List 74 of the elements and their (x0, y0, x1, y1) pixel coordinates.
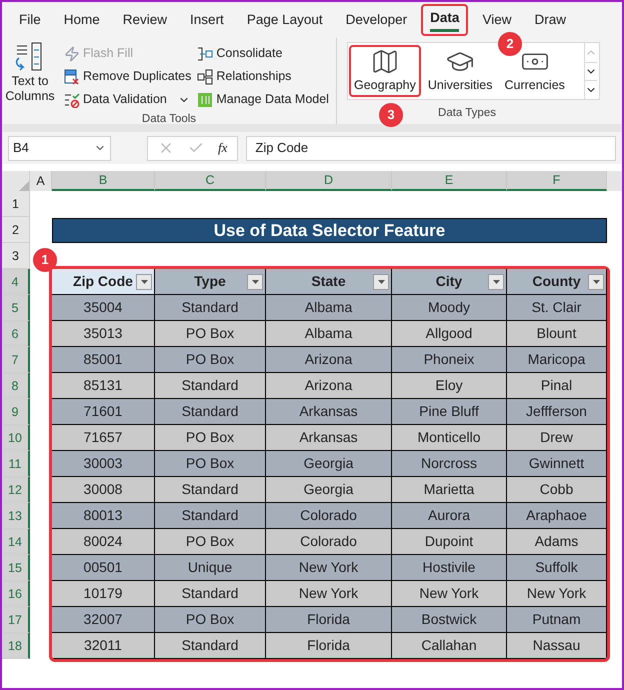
ribbon-command[interactable]: Remove Duplicates (64, 65, 192, 88)
row-header[interactable]: 7 (2, 347, 30, 373)
header-text: County (532, 272, 581, 291)
column-header[interactable]: F (507, 171, 607, 191)
table-cell: 32011 (52, 633, 155, 659)
filter-button[interactable] (488, 274, 504, 290)
row-header[interactable]: 4 (2, 269, 30, 295)
sheet-title-banner: Use of Data Selector Feature (52, 218, 607, 243)
caret-icon (140, 280, 148, 284)
filter-button[interactable] (247, 274, 263, 290)
table-cell: Florida (266, 633, 392, 659)
header-text: Zip Code (73, 272, 133, 291)
row-header[interactable]: 17 (2, 607, 30, 633)
row-header[interactable]: 9 (2, 399, 30, 425)
ribbon-tab[interactable]: File (10, 6, 50, 34)
table-cell: Nassau (507, 633, 607, 659)
data-validation-icon (64, 92, 80, 108)
scroll-down-icon[interactable] (585, 62, 597, 81)
caret-icon (378, 280, 384, 284)
row-header[interactable]: 10 (2, 425, 30, 451)
filter-button[interactable] (588, 274, 604, 290)
caret-icon (252, 280, 258, 284)
group-label: Data Tools (142, 112, 196, 127)
row-header[interactable]: 14 (2, 529, 30, 555)
row-header[interactable]: 8 (2, 373, 30, 399)
row-header[interactable]: 1 (2, 191, 30, 217)
row-header[interactable]: 5 (2, 295, 30, 321)
ribbon-tab[interactable]: View (473, 6, 520, 34)
table-cell: Standard (155, 633, 266, 659)
callout-badge: 1 (33, 248, 57, 272)
ribbon-command[interactable]: Consolidate (197, 42, 329, 65)
text-to-columns-button[interactable]: Text to Columns (2, 40, 58, 111)
ribbon-command[interactable]: Relationships (197, 65, 329, 88)
row-header[interactable]: 16 (2, 581, 30, 607)
row-header[interactable]: 18 (2, 633, 30, 659)
function-button[interactable]: fx (218, 138, 228, 158)
consolidate-icon (197, 46, 214, 62)
header-text: Type (194, 272, 226, 291)
column-header[interactable]: E (392, 171, 507, 191)
ribbon-tab[interactable]: Home (54, 6, 109, 34)
ribbon-tab[interactable]: Insert (181, 6, 233, 34)
row-header[interactable]: 13 (2, 503, 30, 529)
ribbon-command[interactable]: Data Validation (64, 88, 192, 111)
filter-button[interactable] (136, 274, 152, 290)
select-all-triangle-icon (19, 181, 29, 191)
relationships-icon (197, 68, 214, 84)
row-header[interactable]: 11 (2, 451, 30, 477)
ribbon-tab[interactable]: Page Layout (238, 6, 332, 34)
row-header[interactable]: 6 (2, 321, 30, 347)
ribbon-tab[interactable]: Developer (336, 6, 416, 34)
header-text: State (311, 272, 346, 291)
data-model-icon (197, 92, 214, 108)
row-header[interactable]: 2 (2, 217, 30, 243)
ribbon-tab[interactable]: Data (421, 4, 468, 36)
ribbon-command[interactable]: Manage Data Model (197, 88, 329, 111)
remove-duplicates-icon (64, 68, 80, 84)
group-label: Data Types (438, 106, 496, 121)
ribbon-tab[interactable]: Draw (525, 6, 575, 34)
caret-icon (492, 280, 500, 284)
row-header[interactable]: 15 (2, 555, 30, 581)
name-box[interactable]: B4 (8, 136, 111, 160)
filter-button[interactable] (373, 274, 389, 290)
column-header[interactable]: B (52, 171, 155, 191)
row-header[interactable]: 12 (2, 477, 30, 503)
data-type-button[interactable]: Universities (422, 45, 498, 97)
column-header[interactable]: D (266, 171, 392, 191)
formula-field[interactable]: Zip Code (246, 136, 616, 160)
flash-fill-icon (64, 46, 80, 62)
caret-icon (592, 280, 600, 284)
column-header[interactable]: C (155, 171, 266, 191)
data-type-button[interactable]: Geography (349, 45, 421, 97)
table-cell: Callahan (392, 633, 507, 659)
ribbon-tab[interactable]: Review (114, 6, 176, 34)
header-text: City (436, 272, 462, 291)
